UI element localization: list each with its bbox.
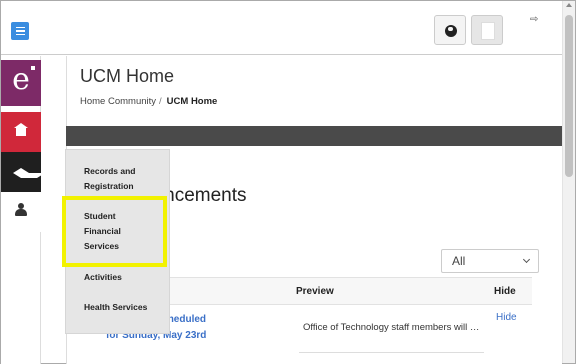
menu-item-records-registration[interactable]: Records and Registration — [84, 164, 154, 194]
breadcrumb-separator: / — [159, 96, 162, 107]
row-divider — [299, 352, 484, 353]
hamburger-icon[interactable] — [11, 22, 29, 40]
highlight-box — [62, 196, 167, 267]
sidebar-item-academics[interactable] — [1, 152, 45, 192]
hide-link[interactable]: Hide — [496, 312, 517, 323]
chevron-down-icon — [522, 255, 531, 264]
page-title: UCM Home — [80, 66, 175, 86]
brand-logo[interactable]: e — [1, 60, 41, 106]
sidebar-item-communities[interactable] — [1, 192, 41, 232]
breadcrumb-current: UCM Home — [166, 96, 218, 107]
top-navbar: ⇨ — [1, 1, 562, 55]
announcement-preview-text: Office of Technology staff members will … — [303, 322, 480, 333]
sidebar-item-home[interactable] — [1, 112, 41, 152]
menu-item-activities[interactable]: Activities — [84, 270, 122, 285]
sidebar-rail: e — [1, 56, 45, 364]
globe-button[interactable] — [434, 15, 466, 45]
filter-selected-value: All — [452, 254, 466, 268]
user-avatar-button[interactable] — [471, 15, 503, 45]
home-icon — [14, 123, 28, 136]
column-header-hide: Hide — [494, 286, 516, 297]
scrollbar[interactable] — [562, 1, 575, 363]
menu-item-health-services[interactable]: Health Services — [84, 300, 147, 315]
sign-out-icon[interactable]: ⇨ — [530, 14, 538, 25]
breadcrumb: Home Community / UCM Home — [80, 96, 217, 107]
column-header-preview: Preview — [296, 286, 334, 297]
brand-letter: e — [12, 62, 30, 97]
scrollbar-thumb[interactable] — [565, 15, 573, 177]
globe-icon — [445, 25, 457, 37]
scroll-up-arrow-icon[interactable] — [566, 3, 572, 7]
graduation-cap-icon — [13, 168, 45, 178]
users-icon — [15, 203, 27, 216]
page-header: UCM Home Home Community / UCM Home — [66, 56, 562, 126]
user-icon — [481, 22, 495, 40]
breadcrumb-home-community[interactable]: Home Community — [80, 96, 156, 107]
announcement-filter-select[interactable]: All — [441, 249, 539, 273]
section-divider-bar — [66, 126, 562, 146]
